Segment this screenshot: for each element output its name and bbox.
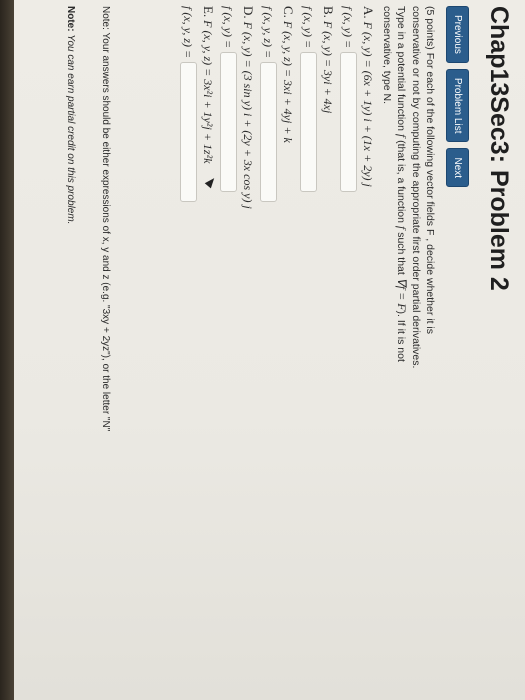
part-b: B. F (x, y) = 3yi + 4xj f (x, y) = xyxy=(300,6,336,381)
device-bezel xyxy=(0,0,14,700)
intro-text-c: such that xyxy=(395,232,407,275)
answer-label: f (x, y) = xyxy=(301,6,316,49)
part-c: C. F (x, y, z) = 3xi + 4yj + k f (x, y, … xyxy=(260,6,296,381)
part-label: D. xyxy=(241,6,256,19)
vector-field: F (x, y) = 3yi + 4xj xyxy=(321,20,335,114)
credit-prefix: Note: xyxy=(65,6,76,32)
next-button[interactable]: Next xyxy=(446,148,469,188)
vector-field: F (x, y) = (6x + 1y) i + (1x + 2y) j xyxy=(361,21,375,187)
part-a: A. F (x, y) = (6x + 1y) i + (1x + 2y) j … xyxy=(340,6,376,381)
vector-field: F (x, y) = (3 sin y) i + (2y + 3x cos y)… xyxy=(241,21,255,209)
credit-text: You can earn partial credit on this prob… xyxy=(65,34,76,225)
vector-field: F (x, y, z) = 3xi + 4yj + k xyxy=(281,20,295,143)
part-label: E. xyxy=(201,6,216,18)
answer-input-b[interactable] xyxy=(300,52,317,193)
problem-list-button[interactable]: Problem List xyxy=(446,68,469,143)
problem-nav: Previous Problem List Next xyxy=(446,6,469,188)
part-e: E. F (x, y, z) = 3x²i + 1y²j + 1z²k f (x… xyxy=(180,6,216,381)
page-content: Chap13Sec3: Problem 2 Previous Problem L… xyxy=(16,0,521,700)
answer-label: f (x, y, z) = xyxy=(261,6,276,59)
part-label: A. xyxy=(361,6,376,19)
partial-credit-note: Note: You can earn partial credit on thi… xyxy=(65,6,76,224)
answer-input-d[interactable] xyxy=(220,52,237,193)
intro-text-b: (that is, a function xyxy=(395,140,407,223)
part-label: C. xyxy=(281,6,296,18)
answer-label: f (x, y, z) = xyxy=(181,6,196,59)
answer-label: f (x, y) = xyxy=(221,6,236,49)
part-d: D. F (x, y) = (3 sin y) i + (2y + 3x cos… xyxy=(220,6,256,381)
potential-symbol-2: f xyxy=(395,225,409,230)
points-text: (5 points) xyxy=(424,6,436,50)
screen: Chap13Sec3: Problem 2 Previous Problem L… xyxy=(0,0,525,700)
previous-button[interactable]: Previous xyxy=(446,6,469,63)
page-title: Chap13Sec3: Problem 2 xyxy=(485,6,513,291)
vector-field: F (x, y, z) = 3x²i + 1y²j + 1z²k xyxy=(201,20,215,164)
answer-label: f (x, y) = xyxy=(341,6,356,49)
answer-input-c[interactable] xyxy=(260,62,277,203)
answer-format-note: Note: Your answers should be either expr… xyxy=(100,6,111,432)
answer-input-a[interactable] xyxy=(340,52,357,193)
problem-intro: (5 points) For each of the following vec… xyxy=(380,6,437,381)
answer-input-e[interactable] xyxy=(180,62,197,203)
part-label: B. xyxy=(321,6,336,18)
potential-symbol: f xyxy=(395,133,409,138)
problem-body: (5 points) For each of the following vec… xyxy=(180,6,437,381)
gradient-equation: ∇f = F xyxy=(395,277,409,311)
